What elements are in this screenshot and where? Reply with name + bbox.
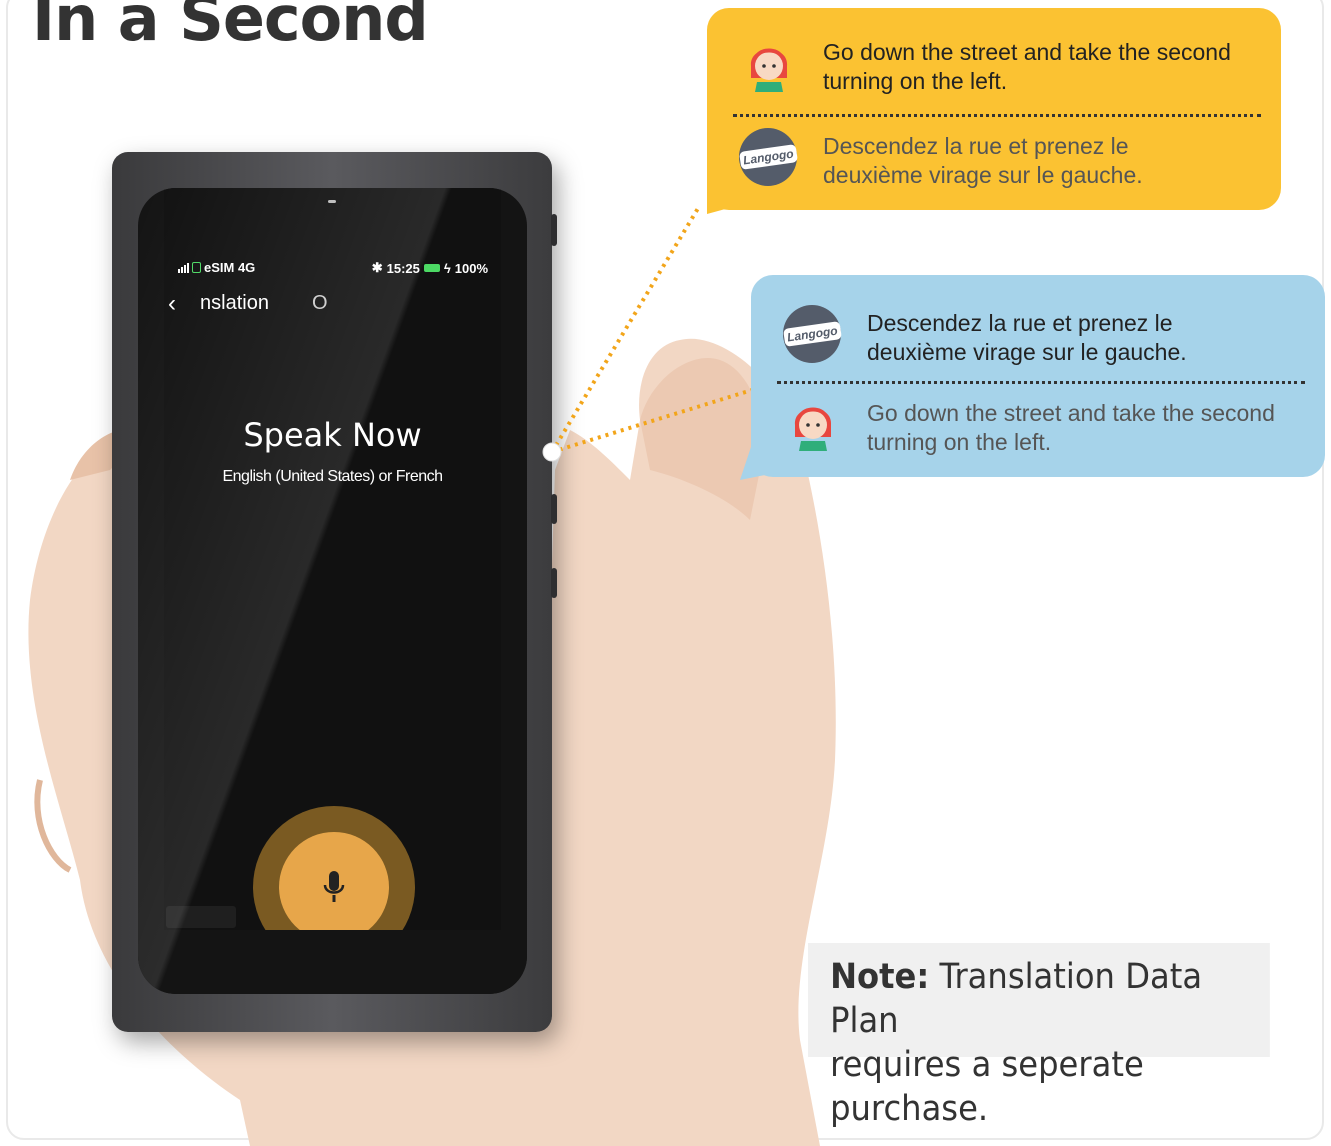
bubble-text-line: Descendez la rue et prenez le bbox=[823, 133, 1129, 159]
bubble-divider bbox=[777, 381, 1305, 384]
logo-text: Langogo bbox=[782, 321, 842, 347]
langogo-logo-icon: Langogo bbox=[782, 305, 842, 363]
bubble-text-line: Go down the street and take the second bbox=[867, 400, 1275, 426]
user-avatar-icon bbox=[750, 48, 788, 92]
langogo-logo-icon: Langogo bbox=[738, 128, 798, 186]
bubble-text-line: deuxième virage sur le gauche. bbox=[823, 162, 1143, 188]
bubble-divider bbox=[733, 114, 1261, 117]
note-box: Note: Translation Data Plan requires a s… bbox=[808, 943, 1270, 1129]
user-avatar-icon bbox=[794, 407, 832, 451]
note-text: requires a seperate purchase. bbox=[830, 1045, 1144, 1129]
logo-text: Langogo bbox=[738, 144, 798, 170]
bubble-text-line: Go down the street and take the second bbox=[823, 39, 1231, 65]
note-label: Note: bbox=[830, 957, 930, 997]
bubble-text-line: Descendez la rue et prenez le bbox=[867, 310, 1173, 336]
bubble-text-line: deuxième virage sur le gauche. bbox=[867, 339, 1187, 365]
bubble-text-line: turning on the left. bbox=[867, 429, 1052, 455]
translation-bubble-french: Langogo Descendez la rue et prenez le de… bbox=[751, 275, 1325, 477]
bubble-text-line: turning on the left. bbox=[823, 68, 1008, 94]
translation-bubble-english: Go down the street and take the second t… bbox=[707, 8, 1281, 210]
